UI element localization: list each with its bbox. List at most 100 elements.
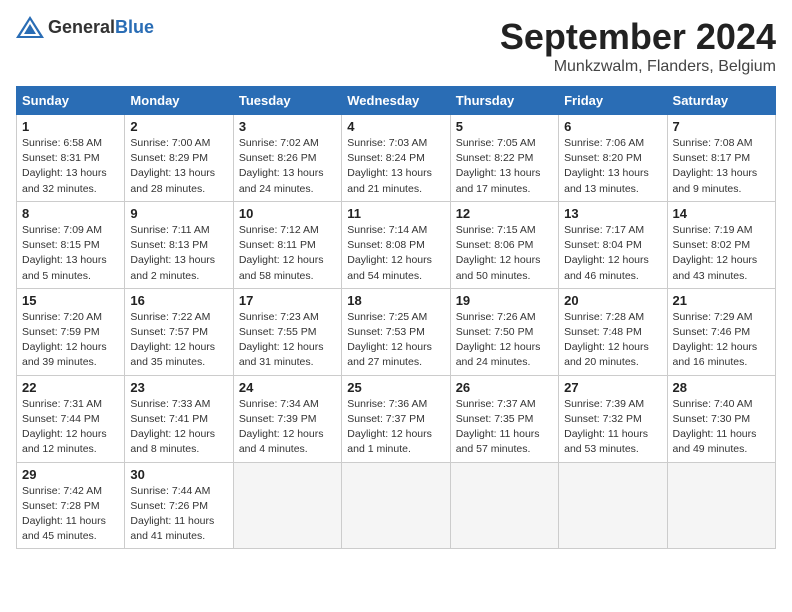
day-number: 20 (564, 293, 661, 308)
day-number: 29 (22, 467, 119, 482)
month-title: September 2024 (500, 16, 776, 58)
logo-general: General (48, 17, 115, 37)
table-row: 6Sunrise: 7:06 AM Sunset: 8:20 PM Daylig… (559, 115, 667, 202)
table-row: 13 Sunrise: 7:17 AM Sunset: 8:04 PM Dayli… (559, 201, 667, 288)
col-header-thursday: Thursday (450, 87, 558, 115)
day-info: Sunrise: 7:33 AM Sunset: 7:41 PM Dayligh… (130, 397, 227, 458)
table-row: 25 Sunrise: 7:36 AM Sunset: 7:37 PM Dayli… (342, 375, 450, 462)
day-info: Sunrise: 7:34 AM Sunset: 7:39 PM Dayligh… (239, 397, 336, 458)
day-number: 9 (130, 206, 227, 221)
day-info: Sunrise: 7:02 AM Sunset: 8:26 PM Dayligh… (239, 136, 336, 197)
day-number: 12 (456, 206, 553, 221)
table-row: 14 Sunrise: 7:19 AM Sunset: 8:02 PM Dayli… (667, 201, 775, 288)
day-info: Sunrise: 7:25 AM Sunset: 7:53 PM Dayligh… (347, 310, 444, 371)
table-row: 28 Sunrise: 7:40 AM Sunset: 7:30 PM Dayli… (667, 375, 775, 462)
day-number: 15 (22, 293, 119, 308)
table-row: 24 Sunrise: 7:34 AM Sunset: 7:39 PM Dayli… (233, 375, 341, 462)
table-row: 9 Sunrise: 7:11 AM Sunset: 8:13 PM Daylig… (125, 201, 233, 288)
location-title: Munkzwalm, Flanders, Belgium (500, 58, 776, 76)
table-row (559, 462, 667, 549)
table-row: 2 Sunrise: 7:00 AM Sunset: 8:29 PM Daylig… (125, 115, 233, 202)
table-row (667, 462, 775, 549)
day-info: Sunrise: 7:00 AM Sunset: 8:29 PM Dayligh… (130, 136, 227, 197)
table-row: 7 Sunrise: 7:08 AM Sunset: 8:17 PM Daylig… (667, 115, 775, 202)
day-info: Sunrise: 7:36 AM Sunset: 7:37 PM Dayligh… (347, 397, 444, 458)
table-row: 21 Sunrise: 7:29 AM Sunset: 7:46 PM Dayli… (667, 288, 775, 375)
col-header-tuesday: Tuesday (233, 87, 341, 115)
table-row: 10 Sunrise: 7:12 AM Sunset: 8:11 PM Dayli… (233, 201, 341, 288)
day-info: Sunrise: 7:37 AM Sunset: 7:35 PM Dayligh… (456, 397, 553, 458)
table-row: 16 Sunrise: 7:22 AM Sunset: 7:57 PM Dayli… (125, 288, 233, 375)
day-number: 10 (239, 206, 336, 221)
table-row (233, 462, 341, 549)
day-info: Sunrise: 7:19 AM Sunset: 8:02 PM Dayligh… (673, 223, 770, 284)
col-header-wednesday: Wednesday (342, 87, 450, 115)
day-number: 23 (130, 380, 227, 395)
col-header-friday: Friday (559, 87, 667, 115)
day-number: 8 (22, 206, 119, 221)
table-row: 12 Sunrise: 7:15 AM Sunset: 8:06 PM Dayli… (450, 201, 558, 288)
table-row: 23 Sunrise: 7:33 AM Sunset: 7:41 PM Dayli… (125, 375, 233, 462)
day-number: 18 (347, 293, 444, 308)
day-number: 5 (456, 119, 553, 134)
col-header-monday: Monday (125, 87, 233, 115)
table-row: 4 Sunrise: 7:03 AM Sunset: 8:24 PM Daylig… (342, 115, 450, 202)
day-info: Sunrise: 7:29 AM Sunset: 7:46 PM Dayligh… (673, 310, 770, 371)
day-info: Sunrise: 7:11 AM Sunset: 8:13 PM Dayligh… (130, 223, 227, 284)
calendar-table: SundayMondayTuesdayWednesdayThursdayFrid… (16, 86, 776, 549)
day-info: Sunrise: 7:22 AM Sunset: 7:57 PM Dayligh… (130, 310, 227, 371)
day-info: Sunrise: 7:42 AM Sunset: 7:28 PM Dayligh… (22, 484, 119, 545)
table-row: 8 Sunrise: 7:09 AM Sunset: 8:15 PM Daylig… (17, 201, 125, 288)
day-number: 16 (130, 293, 227, 308)
table-row: 5 Sunrise: 7:05 AM Sunset: 8:22 PM Daylig… (450, 115, 558, 202)
day-info: Sunrise: 7:44 AM Sunset: 7:26 PM Dayligh… (130, 484, 227, 545)
day-info: Sunrise: 7:31 AM Sunset: 7:44 PM Dayligh… (22, 397, 119, 458)
table-row: 11 Sunrise: 7:14 AM Sunset: 8:08 PM Dayli… (342, 201, 450, 288)
day-number: 7 (673, 119, 770, 134)
col-header-saturday: Saturday (667, 87, 775, 115)
table-row (450, 462, 558, 549)
day-number: 27 (564, 380, 661, 395)
day-info: Sunrise: 7:03 AM Sunset: 8:24 PM Dayligh… (347, 136, 444, 197)
day-number: 11 (347, 206, 444, 221)
day-number: 25 (347, 380, 444, 395)
day-number: 24 (239, 380, 336, 395)
day-info: Sunrise: 7:39 AM Sunset: 7:32 PM Dayligh… (564, 397, 661, 458)
day-number: 3 (239, 119, 336, 134)
day-info: Sunrise: 7:05 AM Sunset: 8:22 PM Dayligh… (456, 136, 553, 197)
day-info: Sunrise: 7:17 AM Sunset: 8:04 PM Dayligh… (564, 223, 661, 284)
day-number: 4 (347, 119, 444, 134)
table-row: 19 Sunrise: 7:26 AM Sunset: 7:50 PM Dayli… (450, 288, 558, 375)
day-info: Sunrise: 7:15 AM Sunset: 8:06 PM Dayligh… (456, 223, 553, 284)
day-number: 21 (673, 293, 770, 308)
day-number: 2 (130, 119, 227, 134)
day-info: Sunrise: 7:26 AM Sunset: 7:50 PM Dayligh… (456, 310, 553, 371)
day-number: 19 (456, 293, 553, 308)
day-info: Sunrise: 7:12 AM Sunset: 8:11 PM Dayligh… (239, 223, 336, 284)
day-number: 26 (456, 380, 553, 395)
table-row: 15 Sunrise: 7:20 AM Sunset: 7:59 PM Dayli… (17, 288, 125, 375)
table-row: 22 Sunrise: 7:31 AM Sunset: 7:44 PM Dayli… (17, 375, 125, 462)
table-row: 1Sunrise: 6:58 AM Sunset: 8:31 PM Daylig… (17, 115, 125, 202)
day-info: Sunrise: 7:09 AM Sunset: 8:15 PM Dayligh… (22, 223, 119, 284)
day-info: Sunrise: 7:28 AM Sunset: 7:48 PM Dayligh… (564, 310, 661, 371)
day-number: 13 (564, 206, 661, 221)
day-info: Sunrise: 7:20 AM Sunset: 7:59 PM Dayligh… (22, 310, 119, 371)
day-info: Sunrise: 7:14 AM Sunset: 8:08 PM Dayligh… (347, 223, 444, 284)
table-row (342, 462, 450, 549)
table-row: 3 Sunrise: 7:02 AM Sunset: 8:26 PM Daylig… (233, 115, 341, 202)
day-info: Sunrise: 7:40 AM Sunset: 7:30 PM Dayligh… (673, 397, 770, 458)
table-row: 26 Sunrise: 7:37 AM Sunset: 7:35 PM Dayli… (450, 375, 558, 462)
day-number: 14 (673, 206, 770, 221)
table-row: 27 Sunrise: 7:39 AM Sunset: 7:32 PM Dayli… (559, 375, 667, 462)
day-number: 28 (673, 380, 770, 395)
table-row: 29 Sunrise: 7:42 AM Sunset: 7:28 PM Dayli… (17, 462, 125, 549)
day-info: Sunrise: 7:08 AM Sunset: 8:17 PM Dayligh… (673, 136, 770, 197)
table-row: 30Sunrise: 7:44 AM Sunset: 7:26 PM Dayli… (125, 462, 233, 549)
day-info: Sunrise: 7:23 AM Sunset: 7:55 PM Dayligh… (239, 310, 336, 371)
day-number: 22 (22, 380, 119, 395)
day-number: 1 (22, 119, 119, 134)
title-area: September 2024 Munkzwalm, Flanders, Belg… (500, 16, 776, 76)
table-row: 17Sunrise: 7:23 AM Sunset: 7:55 PM Dayli… (233, 288, 341, 375)
logo: GeneralBlue (16, 16, 154, 38)
